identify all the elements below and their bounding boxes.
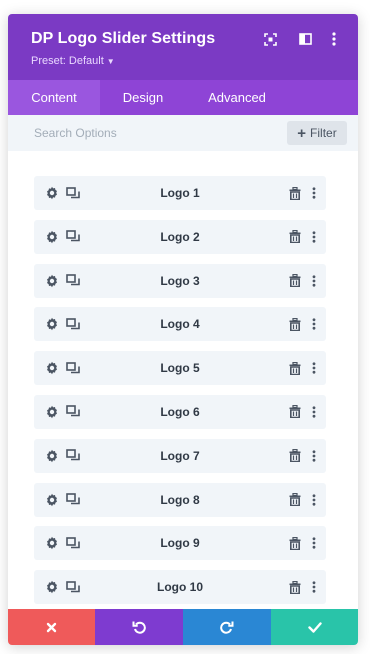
tab-design[interactable]: Design: [100, 80, 186, 115]
settings-gear-icon[interactable]: [44, 448, 60, 464]
delete-trash-icon[interactable]: [287, 360, 303, 376]
duplicate-icon[interactable]: [65, 448, 81, 464]
logo-item-row[interactable]: Logo 9: [34, 526, 326, 561]
duplicate-icon[interactable]: [65, 404, 81, 420]
settings-gear-icon[interactable]: [44, 579, 60, 595]
duplicate-icon[interactable]: [65, 492, 81, 508]
delete-trash-icon[interactable]: [287, 492, 303, 508]
settings-gear-icon[interactable]: [44, 229, 60, 245]
settings-modal: DP Logo Slider Settings Preset: Default ▼…: [8, 14, 358, 645]
settings-gear-icon[interactable]: [44, 316, 60, 332]
logo-item-row[interactable]: Logo 8: [34, 482, 326, 517]
logo-item-list: Logo 1 Logo 2 Logo 3 Logo 4 Logo 5 Logo 6 Logo…: [34, 176, 326, 614]
tab-bar: Content Design Advanced: [8, 80, 358, 115]
delete-trash-icon[interactable]: [287, 316, 303, 332]
settings-gear-icon[interactable]: [44, 404, 60, 420]
duplicate-icon[interactable]: [65, 273, 81, 289]
logo-item-row[interactable]: Logo 1: [34, 176, 326, 210]
settings-gear-icon[interactable]: [44, 185, 60, 201]
cancel-icon: [46, 622, 57, 632]
more-vertical-icon[interactable]: [306, 492, 322, 508]
filter-label: Filter: [310, 126, 337, 140]
expand-icon[interactable]: [262, 31, 278, 47]
save-check-icon: [307, 621, 322, 633]
more-vertical-icon[interactable]: [306, 579, 322, 595]
duplicate-icon[interactable]: [65, 229, 81, 245]
settings-gear-icon[interactable]: [44, 492, 60, 508]
logo-item-row[interactable]: Logo 4: [34, 307, 326, 342]
undo-button[interactable]: [95, 609, 183, 645]
settings-gear-icon[interactable]: [44, 273, 60, 289]
more-vertical-icon[interactable]: [306, 448, 322, 464]
logo-item-row[interactable]: Logo 2: [34, 219, 326, 254]
caret-down-icon: ▼: [106, 57, 115, 66]
search-bar: + Filter: [8, 115, 358, 151]
settings-gear-icon[interactable]: [44, 535, 60, 551]
modal-title: DP Logo Slider Settings: [31, 30, 216, 47]
delete-trash-icon[interactable]: [287, 273, 303, 289]
duplicate-icon[interactable]: [65, 185, 81, 201]
logo-item-row[interactable]: Logo 5: [34, 351, 326, 386]
save-button[interactable]: [271, 609, 358, 645]
duplicate-icon[interactable]: [65, 535, 81, 551]
modal-footer: [8, 609, 358, 645]
delete-trash-icon[interactable]: [287, 579, 303, 595]
settings-gear-icon[interactable]: [44, 360, 60, 376]
more-vertical-icon[interactable]: [306, 316, 322, 332]
delete-trash-icon[interactable]: [287, 185, 303, 201]
more-vertical-icon[interactable]: [306, 229, 322, 245]
duplicate-icon[interactable]: [65, 316, 81, 332]
redo-icon: [220, 621, 234, 634]
logo-item-row[interactable]: Logo 7: [34, 438, 326, 473]
preset-dropdown[interactable]: Preset: Default ▼: [31, 55, 115, 67]
delete-trash-icon[interactable]: [287, 448, 303, 464]
duplicate-icon[interactable]: [65, 360, 81, 376]
cancel-button[interactable]: [8, 609, 95, 645]
search-input[interactable]: [22, 120, 272, 146]
more-vertical-icon[interactable]: [306, 535, 322, 551]
tab-advanced[interactable]: Advanced: [186, 80, 288, 115]
filter-button[interactable]: + Filter: [287, 121, 347, 145]
logo-item-row[interactable]: Logo 3: [34, 263, 326, 298]
duplicate-icon[interactable]: [65, 579, 81, 595]
more-vertical-icon[interactable]: [306, 360, 322, 376]
delete-trash-icon[interactable]: [287, 404, 303, 420]
more-vertical-icon[interactable]: [306, 404, 322, 420]
logo-item-row[interactable]: Logo 10: [34, 570, 326, 605]
more-vertical-icon[interactable]: [326, 31, 342, 47]
redo-button[interactable]: [183, 609, 271, 645]
delete-trash-icon[interactable]: [287, 229, 303, 245]
more-vertical-icon[interactable]: [306, 273, 322, 289]
undo-icon: [132, 621, 146, 634]
tab-content[interactable]: Content: [8, 80, 100, 115]
plus-icon: +: [297, 124, 307, 142]
logo-item-row[interactable]: Logo 6: [34, 394, 326, 429]
modal-header: DP Logo Slider Settings Preset: Default ▼: [8, 14, 358, 80]
sidebar-toggle-icon[interactable]: [297, 31, 313, 47]
preset-label: Preset: Default: [31, 55, 104, 67]
more-vertical-icon[interactable]: [306, 185, 322, 201]
delete-trash-icon[interactable]: [287, 535, 303, 551]
